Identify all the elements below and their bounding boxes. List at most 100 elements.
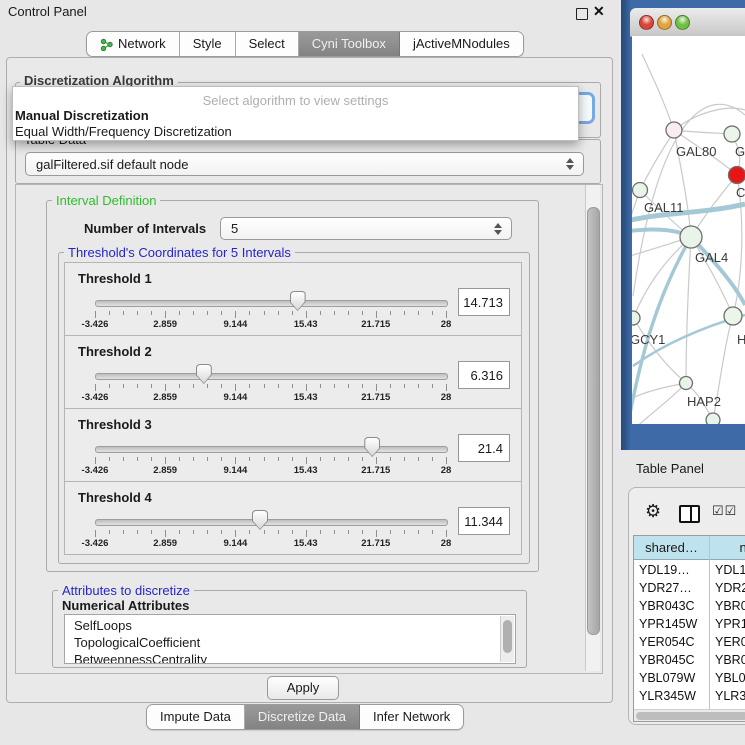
tick-label: 28 — [424, 465, 468, 476]
tab-impute-data[interactable]: Impute Data — [147, 705, 245, 729]
tab-style[interactable]: Style — [180, 32, 236, 56]
tick-label: 15.43 — [284, 538, 328, 549]
tick-mark — [109, 384, 110, 388]
close-traffic-light-icon[interactable] — [639, 15, 654, 30]
threshold-value-field[interactable]: 14.713 — [458, 288, 510, 316]
table-cell[interactable]: YER054C — [639, 635, 695, 649]
algorithm-option[interactable]: Manual Discretization — [15, 108, 149, 123]
table-cell[interactable]: YBR043C — [639, 599, 695, 613]
horizontal-scrollbar[interactable] — [634, 709, 745, 722]
zoom-traffic-light-icon[interactable] — [675, 15, 690, 30]
vertical-scrollbar-thumb[interactable] — [587, 207, 600, 635]
table-cell[interactable]: YDR27… — [639, 581, 692, 595]
network-highlight-edge[interactable] — [691, 237, 745, 305]
slider-thumb[interactable] — [290, 291, 306, 311]
column-header-shared-name[interactable]: shared… — [634, 536, 709, 560]
table-cell[interactable]: YDR2 — [715, 581, 745, 595]
attribute-item[interactable]: TopologicalCoefficient — [74, 635, 200, 650]
threshold-value-field[interactable]: 6.316 — [458, 361, 510, 389]
table-cell[interactable]: YBR0 — [715, 653, 745, 667]
tab-network[interactable]: Network — [87, 32, 180, 56]
tab-cyni-toolbox[interactable]: Cyni Toolbox — [299, 32, 400, 56]
network-node[interactable] — [706, 413, 720, 424]
tick-mark — [362, 384, 363, 388]
table-cell[interactable]: YDL19… — [639, 563, 690, 577]
column-header-name[interactable]: na — [710, 536, 745, 560]
network-edge[interactable] — [633, 237, 691, 318]
attributes-scrollbar[interactable] — [500, 616, 514, 662]
gear-icon[interactable]: ⚙ — [645, 501, 661, 522]
table-cell[interactable]: YBL079W — [639, 671, 695, 685]
tick-mark — [362, 530, 363, 534]
network-node[interactable] — [632, 311, 640, 325]
node-table[interactable]: shared…na YDL19… YDL1 YDR27… YDR2 YBR043C YBR0… — [633, 535, 745, 722]
table-cell[interactable]: YER0 — [715, 635, 745, 649]
attributes-list[interactable]: SelfLoops TopologicalCoefficient Betweenne… — [64, 614, 516, 664]
network-node[interactable] — [680, 377, 693, 390]
table-cell[interactable]: YBL0 — [715, 671, 745, 685]
threshold-value-field[interactable]: 11.344 — [458, 507, 510, 535]
table-cell[interactable]: YPR1 — [715, 617, 745, 631]
network-canvas[interactable]: GAL80GALCGAL11GAL4GCY1HHAP2 — [632, 36, 745, 424]
table-cell[interactable]: YDL1 — [715, 563, 745, 577]
tick-mark — [432, 530, 433, 534]
tick-mark — [446, 311, 447, 318]
network-edge[interactable] — [642, 54, 674, 130]
network-edge[interactable] — [674, 130, 732, 134]
tick-label: -3.426 — [73, 538, 117, 549]
tick-label: 28 — [424, 538, 468, 549]
tick-label: 28 — [424, 319, 468, 330]
tick-mark — [390, 457, 391, 461]
table-data-combo[interactable]: galFiltered.sif default node — [25, 152, 584, 176]
attribute-item[interactable]: SelfLoops — [74, 618, 132, 633]
horizontal-scrollbar-thumb[interactable] — [636, 712, 745, 720]
network-node[interactable] — [724, 126, 740, 142]
tick-mark — [362, 311, 363, 315]
network-node[interactable] — [724, 307, 742, 325]
network-node[interactable] — [680, 226, 702, 248]
network-node[interactable] — [729, 167, 745, 184]
tab-jactivemnodules[interactable]: jActiveMNodules — [400, 32, 523, 56]
tick-mark — [320, 311, 321, 315]
tick-mark — [165, 311, 166, 318]
network-node[interactable] — [633, 183, 648, 198]
tick-mark — [404, 384, 405, 388]
slider-thumb[interactable] — [252, 510, 268, 530]
attributes-scrollbar-thumb[interactable] — [503, 620, 512, 653]
tick-mark — [446, 457, 447, 464]
checkbox-icons[interactable]: ☑☑ — [712, 503, 737, 519]
table-cell[interactable]: YLR345W — [639, 689, 696, 703]
minimize-traffic-light-icon[interactable] — [657, 15, 672, 30]
attribute-item[interactable]: BetweennessCentrality — [74, 652, 207, 664]
slider-track[interactable] — [95, 373, 448, 380]
tick-mark — [278, 311, 279, 315]
network-window-titlebar[interactable] — [630, 8, 745, 37]
threshold-value-field[interactable]: 21.4 — [458, 434, 510, 462]
slider-track[interactable] — [95, 446, 448, 453]
slider-track[interactable] — [95, 300, 448, 307]
table-cell[interactable]: YLR3 — [715, 689, 745, 703]
table-cell[interactable]: YBR0 — [715, 599, 745, 613]
apply-button[interactable]: Apply — [267, 676, 339, 700]
tick-mark — [193, 530, 194, 534]
close-icon[interactable]: ✕ — [593, 3, 605, 20]
tab-select[interactable]: Select — [236, 32, 299, 56]
network-node[interactable] — [666, 122, 682, 138]
table-cell[interactable]: YBR045C — [639, 653, 695, 667]
num-intervals-spinner[interactable]: 5 — [220, 217, 512, 240]
slider-track[interactable] — [95, 519, 448, 526]
float-window-icon[interactable] — [576, 8, 588, 20]
network-node-label: GAL11 — [644, 200, 684, 215]
slider-thumb[interactable] — [196, 364, 212, 384]
table-cell[interactable]: YPR145W — [639, 617, 697, 631]
column-split-icon[interactable] — [679, 505, 700, 523]
tab-infer-network[interactable]: Infer Network — [360, 705, 463, 729]
network-edge[interactable] — [640, 130, 674, 190]
network-edge[interactable] — [686, 237, 691, 383]
slider-thumb[interactable] — [364, 437, 380, 457]
tab-discretize-data[interactable]: Discretize Data — [245, 705, 360, 729]
algorithm-option[interactable]: Equal Width/Frequency Discretization — [15, 124, 232, 139]
tick-mark — [123, 311, 124, 315]
tick-mark — [376, 311, 377, 318]
network-node-label: C — [736, 185, 745, 200]
